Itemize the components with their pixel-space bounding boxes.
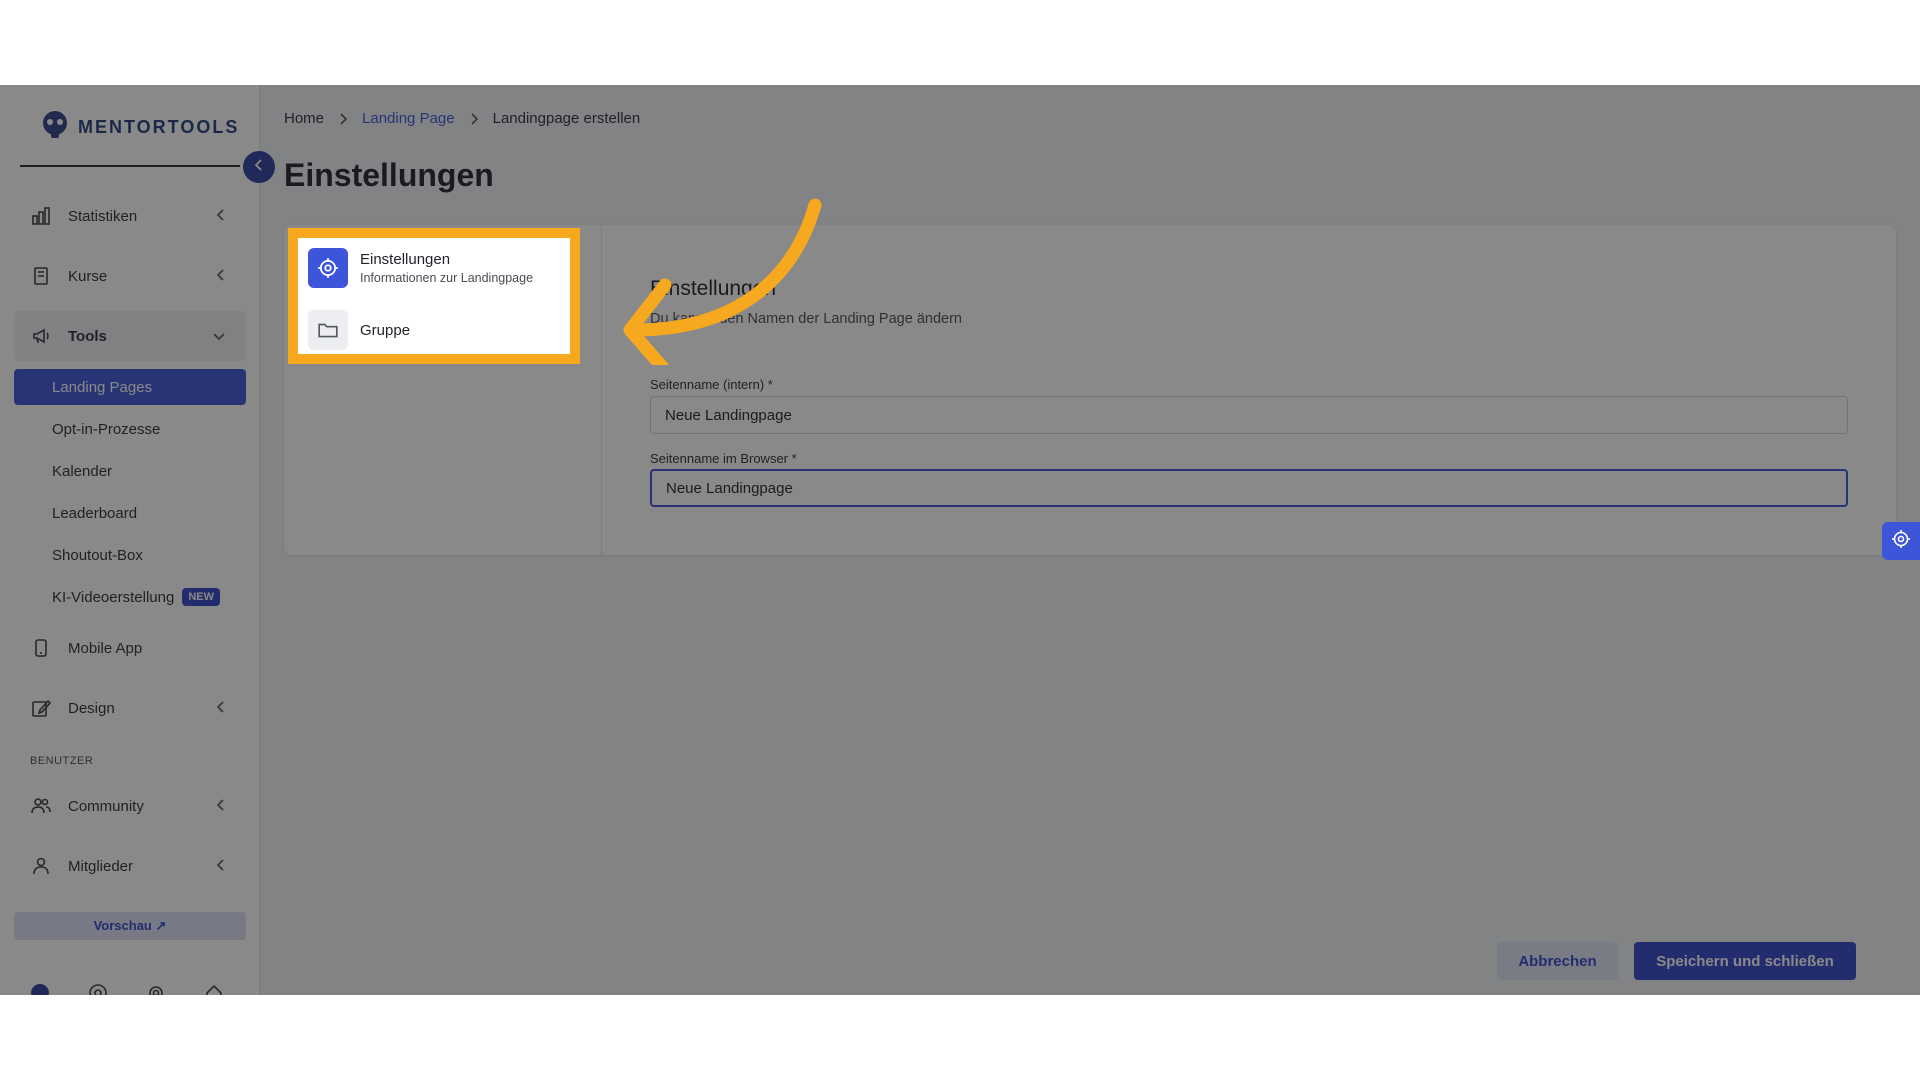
sidebar-footer	[30, 983, 224, 995]
book-icon	[30, 265, 52, 287]
sidebar-item-label: Mobile App	[68, 639, 143, 657]
step-subtitle: Informationen zur Landingpage	[360, 271, 534, 285]
chevron-left-icon	[216, 208, 226, 227]
chevron-right-icon	[469, 112, 479, 126]
brand-name: MENTORTOOLS	[78, 117, 240, 137]
chevron-left-icon	[254, 158, 264, 177]
user-icon	[30, 855, 52, 877]
sidebar-item-mitglieder[interactable]: Mitglieder	[14, 841, 246, 891]
step-gruppe[interactable]: Gruppe	[308, 310, 410, 350]
megaphone-icon	[30, 325, 52, 347]
brand-logo[interactable]: MENTORTOOLS	[40, 110, 239, 145]
edit-icon	[30, 697, 52, 719]
chevron-left-icon	[216, 798, 226, 817]
breadcrumb: Home Landing Page Landingpage erstellen	[284, 110, 640, 127]
sidebar-item-label: Statistiken	[68, 207, 138, 225]
step-title: Gruppe	[360, 321, 411, 339]
sidebar-item-label: Mitglieder	[68, 857, 134, 875]
sidebar-subitem-label: KI-Videoerstellung	[52, 588, 175, 606]
breadcrumb-current: Landingpage erstellen	[492, 110, 641, 127]
field-label-seitenname-intern: Seitenname (intern) *	[650, 377, 773, 392]
sidebar-subitem-landing-pages[interactable]: Landing Pages	[14, 369, 246, 405]
sidebar-item-community[interactable]: Community	[14, 781, 246, 831]
sidebar-item-label: Kurse	[68, 267, 108, 285]
preview-button[interactable]: Vorschau ↗	[14, 912, 246, 940]
floating-settings-button[interactable]	[1882, 522, 1920, 560]
chevron-left-icon	[216, 268, 226, 287]
chevron-down-icon	[212, 328, 226, 346]
phone-icon	[30, 637, 52, 659]
sidebar-item-label: Community	[68, 797, 144, 815]
sidebar-item-kurse[interactable]: Kurse	[14, 251, 246, 301]
sidebar-subitem-kalender[interactable]: Kalender	[14, 453, 246, 489]
cancel-button[interactable]: Abbrechen	[1497, 942, 1618, 980]
step-einstellungen[interactable]: Einstellungen Informationen zur Landingp…	[308, 248, 533, 288]
robot-logo-icon	[40, 110, 70, 145]
new-badge: NEW	[182, 588, 220, 606]
sidebar-item-tools[interactable]: Tools	[14, 311, 246, 361]
field-label-seitenname-browser: Seitenname im Browser *	[650, 451, 797, 466]
breadcrumb-home[interactable]: Home	[284, 110, 324, 127]
seitenname-intern-input[interactable]	[650, 396, 1848, 434]
highlighted-steps: Einstellungen Informationen zur Landingp…	[288, 228, 580, 364]
top-margin	[0, 0, 1920, 85]
avatar-icon[interactable]	[30, 983, 50, 995]
home-icon[interactable]	[204, 983, 224, 995]
page-title: Einstellungen	[284, 157, 494, 193]
gear-icon	[308, 248, 348, 288]
step-title: Einstellungen	[360, 251, 451, 268]
chevron-right-icon	[338, 112, 348, 126]
bar-chart-icon	[30, 205, 52, 227]
sidebar-item-label: Design	[68, 699, 115, 717]
sidebar-item-mobile-app[interactable]: Mobile App	[14, 623, 246, 673]
sidebar-subitem-ki-videoerstellung[interactable]: KI-Videoerstellung NEW	[14, 579, 246, 615]
main-content: Home Landing Page Landingpage erstellen …	[262, 85, 1920, 995]
breadcrumb-landing-page[interactable]: Landing Page	[362, 110, 455, 127]
sidebar-subitem-shoutout-box[interactable]: Shoutout-Box	[14, 537, 246, 573]
logo-divider	[20, 165, 240, 167]
sidebar-subitem-leaderboard[interactable]: Leaderboard	[14, 495, 246, 531]
sidebar-item-statistiken[interactable]: Statistiken	[14, 191, 246, 241]
eye-icon[interactable]	[88, 983, 108, 995]
save-and-close-button[interactable]: Speichern und schließen	[1634, 942, 1856, 980]
tutorial-arrow-icon	[623, 198, 822, 365]
users-icon	[30, 795, 52, 817]
sidebar-subitem-opt-in-prozesse[interactable]: Opt-in-Prozesse	[14, 411, 246, 447]
section-label-benutzer: BENUTZER	[30, 755, 94, 767]
app-window: MENTORTOOLS Statistiken Kurse Tools Land…	[0, 85, 1920, 995]
folder-icon	[308, 310, 348, 350]
sidebar-item-design[interactable]: Design	[14, 683, 246, 733]
sidebar-item-label: Tools	[68, 327, 107, 345]
bottom-margin	[0, 995, 1920, 1080]
seitenname-browser-input[interactable]	[650, 469, 1848, 507]
gear-icon	[1891, 529, 1911, 554]
gear-icon[interactable]	[146, 983, 166, 995]
chevron-left-icon	[216, 700, 226, 719]
chevron-left-icon	[216, 858, 226, 877]
collapse-sidebar-button[interactable]	[243, 151, 275, 183]
sidebar: MENTORTOOLS Statistiken Kurse Tools Land…	[0, 85, 260, 995]
